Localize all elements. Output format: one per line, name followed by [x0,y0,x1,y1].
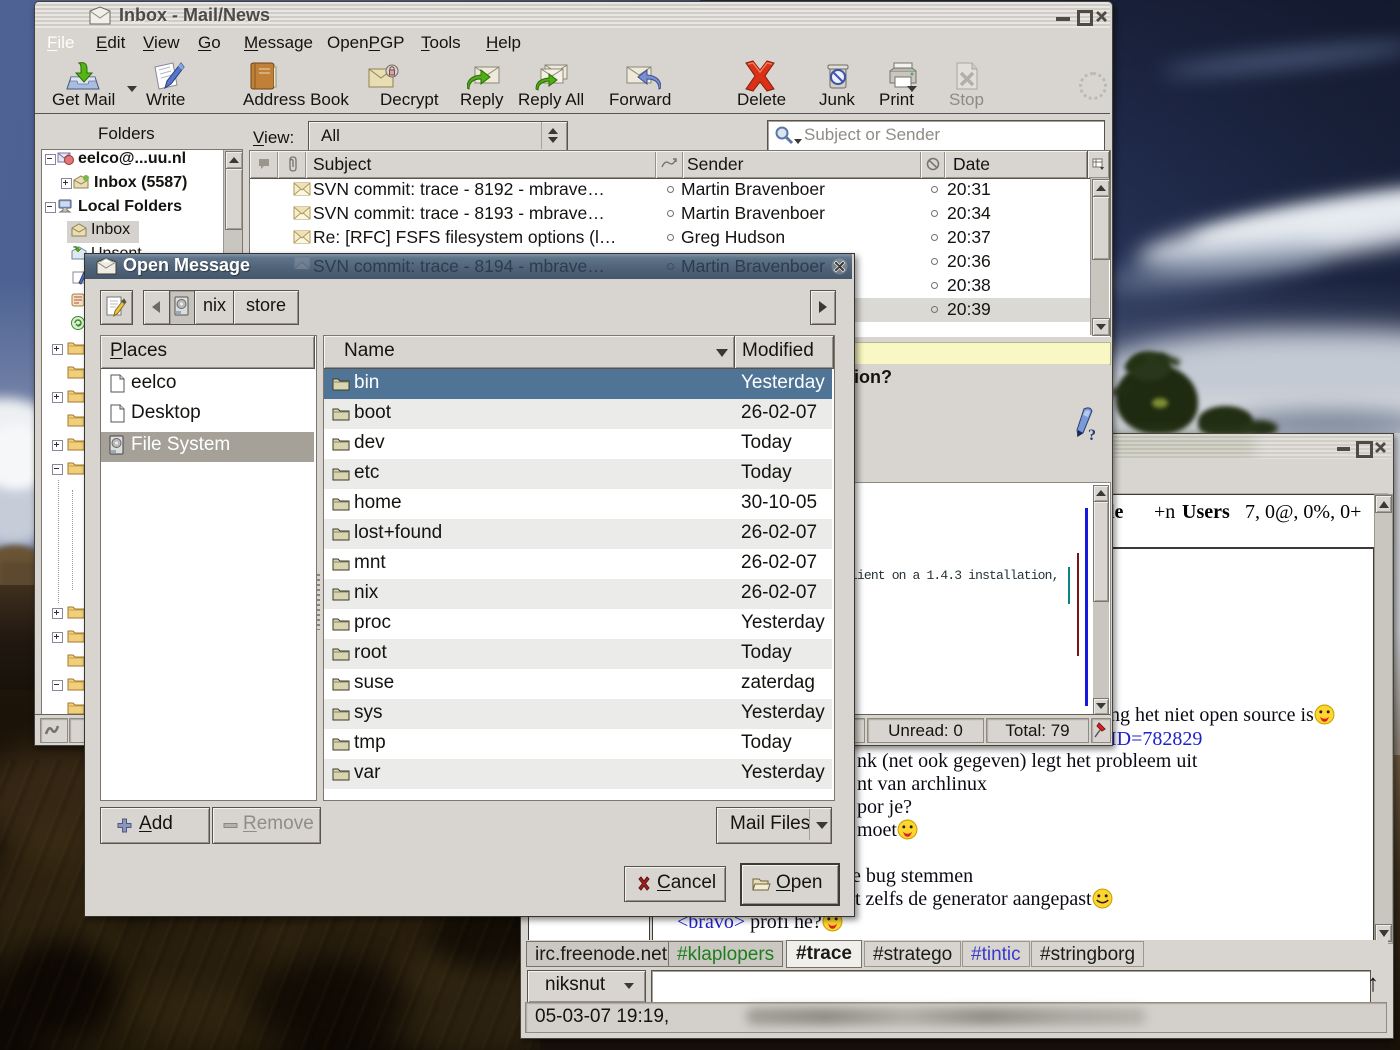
svg-text:?: ? [1088,427,1096,443]
